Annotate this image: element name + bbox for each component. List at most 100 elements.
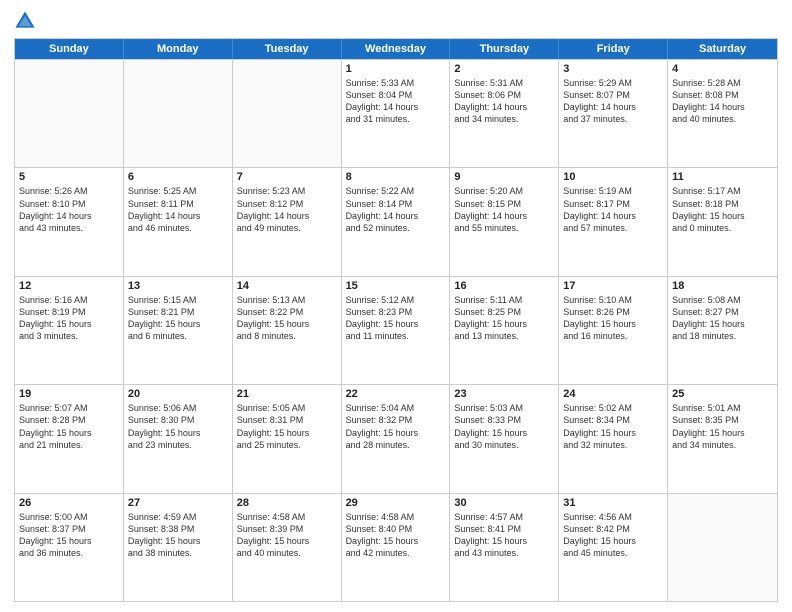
day-info: Sunrise: 5:26 AM Sunset: 8:10 PM Dayligh… [19, 185, 119, 234]
calendar-cell-14: 14 Sunrise: 5:13 AM Sunset: 8:22 PM Dayli… [233, 277, 342, 384]
day-number: 11 [672, 171, 773, 183]
calendar-cell-7: 7 Sunrise: 5:23 AM Sunset: 8:12 PM Daylig… [233, 168, 342, 275]
day-number: 17 [563, 280, 663, 292]
calendar-row-1: 5Sunrise: 5:26 AM Sunset: 8:10 PM Daylig… [15, 167, 777, 275]
day-info: Sunrise: 5:29 AM Sunset: 8:07 PM Dayligh… [563, 77, 663, 126]
day-number: 23 [454, 388, 554, 400]
calendar-cell-17: 17 Sunrise: 5:10 AM Sunset: 8:26 PM Dayli… [559, 277, 668, 384]
day-info: Sunrise: 5:08 AM Sunset: 8:27 PM Dayligh… [672, 294, 773, 343]
calendar: SundayMondayTuesdayWednesdayThursdayFrid… [14, 38, 778, 602]
day-number: 9 [454, 171, 554, 183]
day-info: Sunrise: 5:17 AM Sunset: 8:18 PM Dayligh… [672, 185, 773, 234]
header-day-monday: Monday [124, 39, 233, 59]
header-day-wednesday: Wednesday [342, 39, 451, 59]
calendar-cell-25: 25 Sunrise: 5:01 AM Sunset: 8:35 PM Dayli… [668, 385, 777, 492]
header-day-saturday: Saturday [668, 39, 777, 59]
day-info: Sunrise: 5:05 AM Sunset: 8:31 PM Dayligh… [237, 402, 337, 451]
day-number: 18 [672, 280, 773, 292]
day-number: 21 [237, 388, 337, 400]
day-number: 27 [128, 497, 228, 509]
header-day-tuesday: Tuesday [233, 39, 342, 59]
calendar-cell-empty [668, 494, 777, 601]
calendar-cell-23: 23 Sunrise: 5:03 AM Sunset: 8:33 PM Dayli… [450, 385, 559, 492]
day-info: Sunrise: 5:22 AM Sunset: 8:14 PM Dayligh… [346, 185, 446, 234]
day-number: 22 [346, 388, 446, 400]
day-info: Sunrise: 5:28 AM Sunset: 8:08 PM Dayligh… [672, 77, 773, 126]
calendar-cell-18: 18 Sunrise: 5:08 AM Sunset: 8:27 PM Dayli… [668, 277, 777, 384]
day-number: 15 [346, 280, 446, 292]
logo-icon [14, 10, 36, 32]
day-number: 29 [346, 497, 446, 509]
calendar-cell-15: 15 Sunrise: 5:12 AM Sunset: 8:23 PM Dayli… [342, 277, 451, 384]
day-info: Sunrise: 5:20 AM Sunset: 8:15 PM Dayligh… [454, 185, 554, 234]
day-info: Sunrise: 4:58 AM Sunset: 8:39 PM Dayligh… [237, 511, 337, 560]
day-info: Sunrise: 5:25 AM Sunset: 8:11 PM Dayligh… [128, 185, 228, 234]
calendar-cell-1: 1Sunrise: 5:33 AM Sunset: 8:04 PM Daylig… [342, 60, 451, 167]
calendar-cell-19: 19Sunrise: 5:07 AM Sunset: 8:28 PM Dayli… [15, 385, 124, 492]
day-number: 16 [454, 280, 554, 292]
day-info: Sunrise: 5:16 AM Sunset: 8:19 PM Dayligh… [19, 294, 119, 343]
header-day-thursday: Thursday [450, 39, 559, 59]
day-number: 12 [19, 280, 119, 292]
calendar-cell-8: 8Sunrise: 5:22 AM Sunset: 8:14 PM Daylig… [342, 168, 451, 275]
day-info: Sunrise: 5:11 AM Sunset: 8:25 PM Dayligh… [454, 294, 554, 343]
calendar-cell-12: 12 Sunrise: 5:16 AM Sunset: 8:19 PM Dayli… [15, 277, 124, 384]
header-day-sunday: Sunday [15, 39, 124, 59]
day-number: 19 [19, 388, 119, 400]
day-info: Sunrise: 5:19 AM Sunset: 8:17 PM Dayligh… [563, 185, 663, 234]
calendar-cell-11: 11 Sunrise: 5:17 AM Sunset: 8:18 PM Dayli… [668, 168, 777, 275]
page: SundayMondayTuesdayWednesdayThursdayFrid… [0, 0, 792, 612]
calendar-cell-30: 30 Sunrise: 4:57 AM Sunset: 8:41 PM Dayli… [450, 494, 559, 601]
calendar-body: 1Sunrise: 5:33 AM Sunset: 8:04 PM Daylig… [15, 59, 777, 601]
calendar-cell-26: 26Sunrise: 5:00 AM Sunset: 8:37 PM Dayli… [15, 494, 124, 601]
day-number: 31 [563, 497, 663, 509]
calendar-cell-31: 31 Sunrise: 4:56 AM Sunset: 8:42 PM Dayli… [559, 494, 668, 601]
calendar-cell-27: 27Sunrise: 4:59 AM Sunset: 8:38 PM Dayli… [124, 494, 233, 601]
calendar-header: SundayMondayTuesdayWednesdayThursdayFrid… [15, 39, 777, 59]
day-info: Sunrise: 5:02 AM Sunset: 8:34 PM Dayligh… [563, 402, 663, 451]
day-info: Sunrise: 4:58 AM Sunset: 8:40 PM Dayligh… [346, 511, 446, 560]
day-info: Sunrise: 5:00 AM Sunset: 8:37 PM Dayligh… [19, 511, 119, 560]
day-number: 14 [237, 280, 337, 292]
calendar-cell-16: 16 Sunrise: 5:11 AM Sunset: 8:25 PM Dayli… [450, 277, 559, 384]
calendar-row-3: 19Sunrise: 5:07 AM Sunset: 8:28 PM Dayli… [15, 384, 777, 492]
logo [14, 10, 40, 32]
calendar-row-0: 1Sunrise: 5:33 AM Sunset: 8:04 PM Daylig… [15, 59, 777, 167]
calendar-cell-2: 2Sunrise: 5:31 AM Sunset: 8:06 PM Daylig… [450, 60, 559, 167]
day-info: Sunrise: 5:15 AM Sunset: 8:21 PM Dayligh… [128, 294, 228, 343]
calendar-cell-empty [124, 60, 233, 167]
day-info: Sunrise: 4:57 AM Sunset: 8:41 PM Dayligh… [454, 511, 554, 560]
calendar-cell-24: 24 Sunrise: 5:02 AM Sunset: 8:34 PM Dayli… [559, 385, 668, 492]
header [14, 10, 778, 32]
day-number: 24 [563, 388, 663, 400]
day-number: 13 [128, 280, 228, 292]
day-info: Sunrise: 5:01 AM Sunset: 8:35 PM Dayligh… [672, 402, 773, 451]
day-number: 1 [346, 63, 446, 75]
calendar-cell-empty [233, 60, 342, 167]
header-day-friday: Friday [559, 39, 668, 59]
day-info: Sunrise: 5:13 AM Sunset: 8:22 PM Dayligh… [237, 294, 337, 343]
day-number: 3 [563, 63, 663, 75]
day-info: Sunrise: 5:23 AM Sunset: 8:12 PM Dayligh… [237, 185, 337, 234]
day-info: Sunrise: 5:12 AM Sunset: 8:23 PM Dayligh… [346, 294, 446, 343]
day-number: 20 [128, 388, 228, 400]
calendar-cell-6: 6 Sunrise: 5:25 AM Sunset: 8:11 PM Daylig… [124, 168, 233, 275]
day-info: Sunrise: 4:56 AM Sunset: 8:42 PM Dayligh… [563, 511, 663, 560]
day-info: Sunrise: 5:10 AM Sunset: 8:26 PM Dayligh… [563, 294, 663, 343]
calendar-cell-5: 5Sunrise: 5:26 AM Sunset: 8:10 PM Daylig… [15, 168, 124, 275]
calendar-cell-9: 9 Sunrise: 5:20 AM Sunset: 8:15 PM Daylig… [450, 168, 559, 275]
calendar-cell-empty [15, 60, 124, 167]
day-info: Sunrise: 5:06 AM Sunset: 8:30 PM Dayligh… [128, 402, 228, 451]
calendar-row-2: 12 Sunrise: 5:16 AM Sunset: 8:19 PM Dayli… [15, 276, 777, 384]
day-number: 28 [237, 497, 337, 509]
day-number: 7 [237, 171, 337, 183]
day-info: Sunrise: 5:04 AM Sunset: 8:32 PM Dayligh… [346, 402, 446, 451]
day-info: Sunrise: 5:31 AM Sunset: 8:06 PM Dayligh… [454, 77, 554, 126]
calendar-cell-10: 10Sunrise: 5:19 AM Sunset: 8:17 PM Dayli… [559, 168, 668, 275]
day-info: Sunrise: 5:03 AM Sunset: 8:33 PM Dayligh… [454, 402, 554, 451]
day-number: 30 [454, 497, 554, 509]
calendar-row-4: 26Sunrise: 5:00 AM Sunset: 8:37 PM Dayli… [15, 493, 777, 601]
calendar-cell-13: 13 Sunrise: 5:15 AM Sunset: 8:21 PM Dayli… [124, 277, 233, 384]
day-number: 25 [672, 388, 773, 400]
day-number: 6 [128, 171, 228, 183]
